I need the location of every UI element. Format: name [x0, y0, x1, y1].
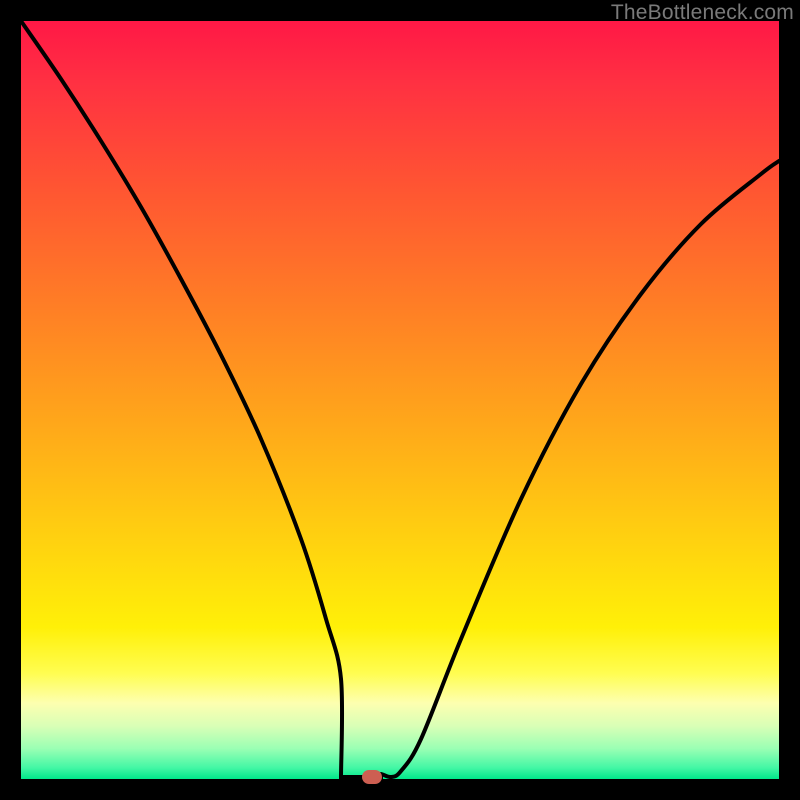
optimal-point-marker	[362, 770, 382, 784]
chart-background-gradient	[21, 21, 779, 779]
chart-frame	[21, 21, 779, 779]
